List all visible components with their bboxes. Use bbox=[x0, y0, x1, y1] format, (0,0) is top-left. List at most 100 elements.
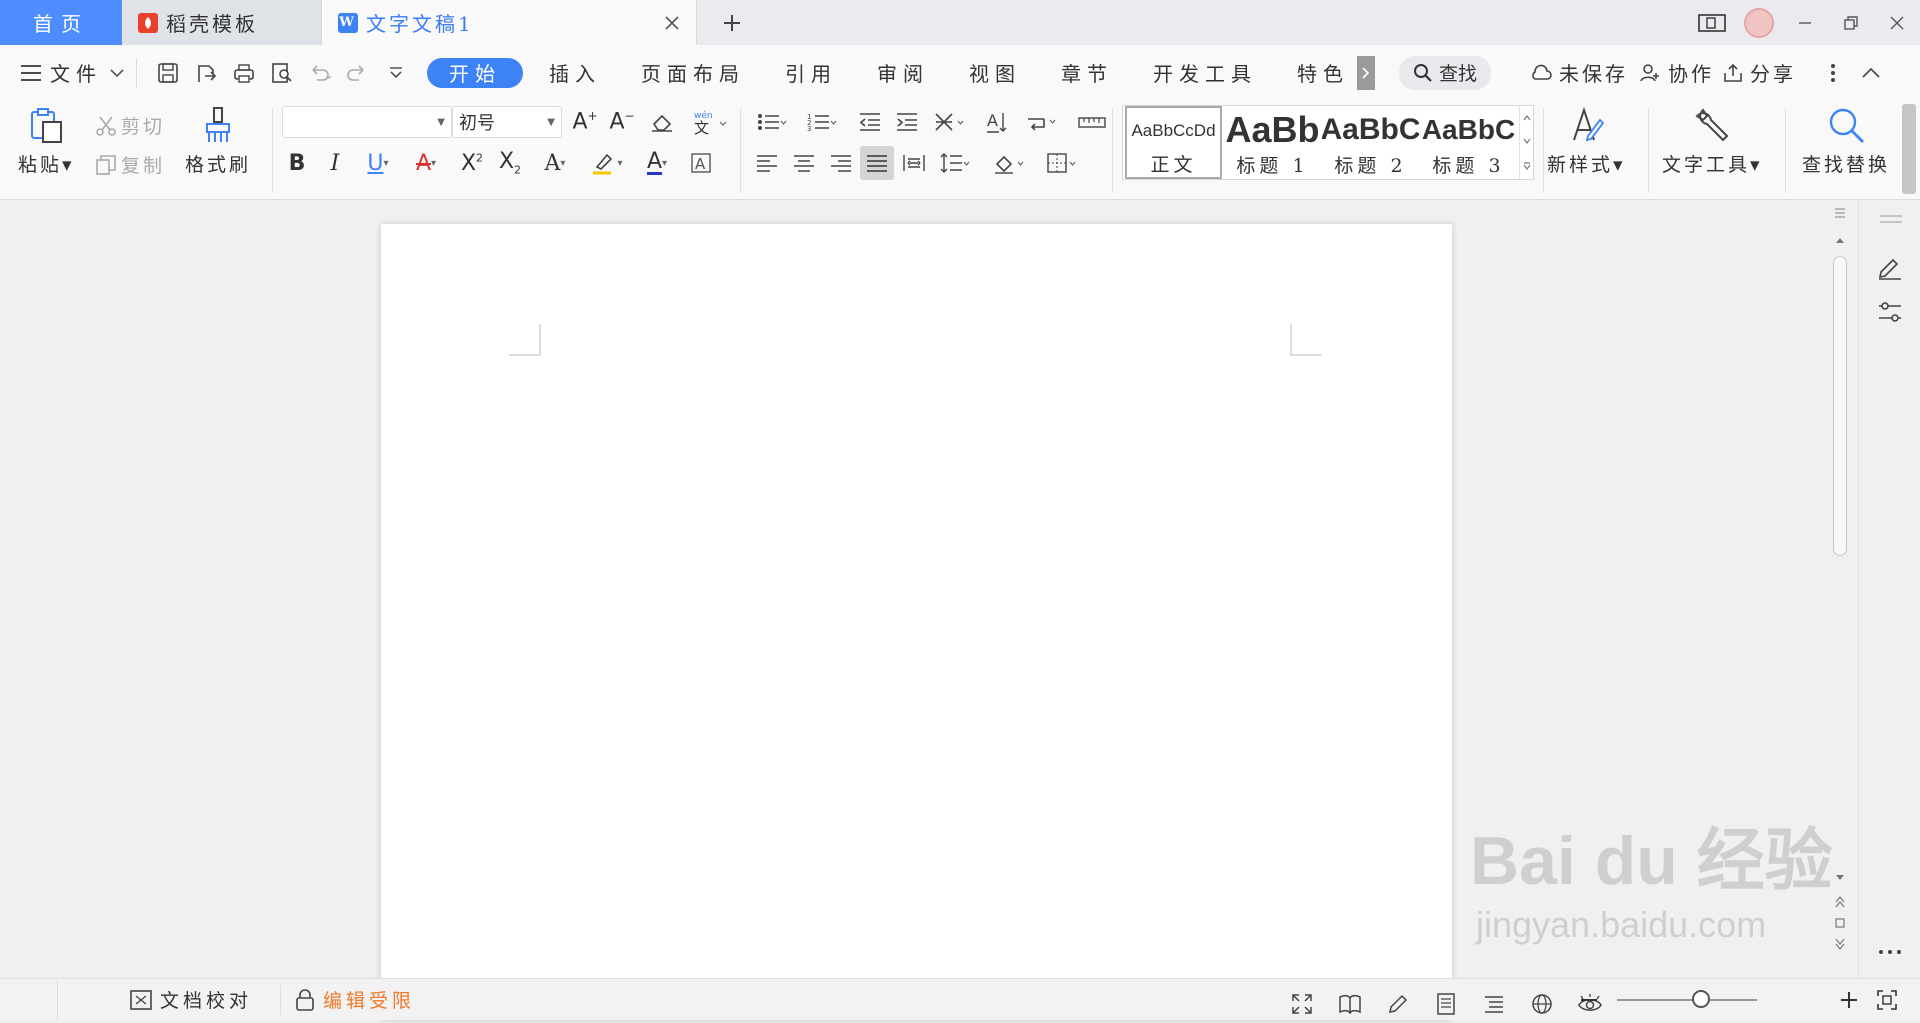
tab-document[interactable]: W 文字文稿1 bbox=[322, 0, 697, 45]
ribbon-tab-view[interactable]: 视图 bbox=[955, 58, 1035, 88]
shading-button[interactable] bbox=[988, 146, 1032, 180]
ribbon-tab-developer[interactable]: 开发工具 bbox=[1139, 58, 1271, 88]
decrease-font-button[interactable]: A− bbox=[605, 105, 639, 139]
copy-button[interactable]: 复制 bbox=[95, 151, 165, 178]
style-heading-3[interactable]: AaBbC 标题 3 bbox=[1420, 106, 1517, 179]
ribbon-scroll-right-button[interactable] bbox=[1357, 55, 1375, 90]
chinese-layout-button[interactable] bbox=[928, 105, 972, 139]
char-border-button[interactable]: A bbox=[684, 146, 718, 180]
close-window-button[interactable] bbox=[1874, 0, 1920, 45]
superscript-button[interactable]: X2 bbox=[455, 146, 489, 180]
ribbon-tab-references[interactable]: 引用 bbox=[771, 58, 851, 88]
zoom-slider-knob[interactable] bbox=[1692, 990, 1710, 1008]
style-pane-button[interactable] bbox=[1873, 250, 1907, 284]
font-name-select[interactable]: ▼ bbox=[282, 106, 452, 138]
more-menu-button[interactable] bbox=[1814, 54, 1852, 92]
font-color-button[interactable]: A ▾ bbox=[635, 146, 679, 180]
text-direction-button[interactable]: A bbox=[980, 105, 1014, 139]
align-right-button[interactable] bbox=[824, 146, 858, 180]
reading-mode-button[interactable] bbox=[1331, 985, 1369, 1023]
bullet-list-button[interactable] bbox=[750, 105, 794, 139]
customize-quickbar-button[interactable] bbox=[377, 54, 415, 92]
clear-format-button[interactable] bbox=[645, 105, 679, 139]
redo-button[interactable] bbox=[339, 54, 377, 92]
print-button[interactable] bbox=[225, 54, 263, 92]
minimize-button[interactable] bbox=[1782, 0, 1828, 45]
unsaved-status[interactable]: 未保存 bbox=[1529, 58, 1628, 87]
window-layout-button[interactable] bbox=[1690, 0, 1736, 45]
italic-button[interactable]: I bbox=[318, 146, 352, 180]
export-pdf-button[interactable] bbox=[187, 54, 225, 92]
highlight-button[interactable]: ▾ bbox=[585, 146, 629, 180]
bold-button[interactable]: B bbox=[280, 146, 314, 180]
panel-more-button[interactable] bbox=[1873, 942, 1907, 962]
subscript-button[interactable]: X2 bbox=[493, 146, 527, 180]
format-painter-button[interactable]: 格式刷 bbox=[185, 106, 251, 177]
page-view-button[interactable] bbox=[1427, 985, 1465, 1023]
borders-button[interactable] bbox=[1040, 146, 1084, 180]
text-tools-button[interactable]: 文字工具▾ bbox=[1662, 106, 1763, 177]
text-effect-button[interactable]: A ▾ bbox=[533, 146, 577, 180]
undo-button[interactable] bbox=[301, 54, 339, 92]
save-button[interactable] bbox=[149, 54, 187, 92]
tab-template[interactable]: 稻壳模板 bbox=[122, 0, 322, 45]
share-button[interactable]: 分享 bbox=[1722, 58, 1796, 87]
tab-home[interactable]: 首页 bbox=[0, 0, 122, 45]
strikethrough-button[interactable]: A ▾ bbox=[404, 146, 448, 180]
zoom-slider-track[interactable] bbox=[1617, 999, 1757, 1001]
find-replace-button[interactable]: 查找替换 bbox=[1802, 106, 1890, 177]
style-normal[interactable]: AaBbCcDd 正文 bbox=[1125, 106, 1222, 179]
fullscreen-button[interactable] bbox=[1283, 985, 1321, 1023]
collab-button[interactable]: 协作 bbox=[1640, 58, 1714, 87]
style-sample: AaBbCcDd bbox=[1131, 120, 1216, 140]
tab-document-label: 文字文稿1 bbox=[366, 12, 474, 36]
ribbon-tab-special[interactable]: 特色 bbox=[1283, 58, 1363, 88]
zoom-out-button[interactable] bbox=[1570, 981, 1608, 1019]
ribbon-tab-layout[interactable]: 页面布局 bbox=[627, 58, 759, 88]
fit-window-button[interactable] bbox=[1868, 981, 1906, 1019]
ruler-button[interactable] bbox=[1072, 105, 1112, 139]
properties-pane-button[interactable] bbox=[1873, 295, 1907, 329]
style-gallery-scroll[interactable] bbox=[1519, 106, 1533, 179]
justify-button[interactable] bbox=[860, 146, 894, 180]
decrease-indent-button[interactable] bbox=[853, 105, 887, 139]
new-style-button[interactable]: 新样式▾ bbox=[1547, 106, 1626, 177]
scroll-thumb[interactable] bbox=[1833, 256, 1847, 556]
line-spacing-button[interactable] bbox=[934, 146, 978, 180]
proofread-button[interactable]: 文档校对 bbox=[130, 986, 252, 1013]
style-heading-1[interactable]: AaBb 标题 1 bbox=[1224, 106, 1321, 179]
document-page[interactable] bbox=[381, 224, 1452, 1020]
cut-button[interactable]: 剪切 bbox=[95, 112, 165, 139]
vertical-scrollbar[interactable] bbox=[1830, 206, 1850, 971]
print-preview-button[interactable] bbox=[263, 54, 301, 92]
ribbon-tab-section[interactable]: 章节 bbox=[1047, 58, 1127, 88]
line-break-button[interactable] bbox=[1020, 105, 1064, 139]
numbered-list-button[interactable]: 123 bbox=[800, 105, 844, 139]
ribbon-tab-insert[interactable]: 插入 bbox=[535, 58, 615, 88]
underline-button[interactable]: U ▾ bbox=[356, 146, 400, 180]
restore-button[interactable] bbox=[1828, 0, 1874, 45]
ribbon-tab-review[interactable]: 审阅 bbox=[863, 58, 943, 88]
increase-indent-button[interactable] bbox=[890, 105, 924, 139]
edit-mode-button[interactable] bbox=[1379, 985, 1417, 1023]
collapse-ribbon-button[interactable] bbox=[1852, 54, 1890, 92]
paste-button[interactable]: 粘贴▾ bbox=[18, 106, 75, 177]
search-button[interactable]: 查找 bbox=[1399, 55, 1492, 90]
distributed-align-button[interactable] bbox=[897, 146, 931, 180]
user-avatar[interactable] bbox=[1736, 0, 1782, 45]
font-size-select[interactable]: 初号 ▼ bbox=[452, 106, 562, 138]
align-left-button[interactable] bbox=[750, 146, 784, 180]
style-heading-2[interactable]: AaBbC 标题 2 bbox=[1322, 106, 1419, 179]
increase-font-button[interactable]: A+ bbox=[568, 105, 602, 139]
web-view-button[interactable] bbox=[1523, 985, 1561, 1023]
phonetic-guide-button[interactable]: wén 文 bbox=[688, 105, 732, 139]
outline-view-button[interactable] bbox=[1475, 985, 1513, 1023]
ribbon-tab-start[interactable]: 开始 bbox=[427, 57, 523, 88]
file-menu[interactable]: 文件 bbox=[20, 58, 124, 87]
edit-restrict-button[interactable]: 编辑受限 bbox=[295, 986, 415, 1013]
zoom-in-button[interactable] bbox=[1830, 981, 1868, 1019]
ribbon-right-scroll[interactable] bbox=[1902, 104, 1916, 194]
align-center-button[interactable] bbox=[787, 146, 821, 180]
new-tab-button[interactable] bbox=[697, 0, 767, 45]
close-tab-icon[interactable] bbox=[664, 15, 680, 31]
